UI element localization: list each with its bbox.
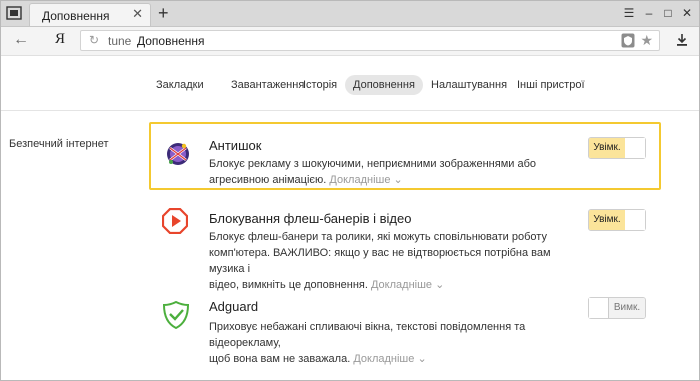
description-text: агресивною анімацією. [209,174,327,186]
extension-name: Adguard [209,299,259,314]
close-window-button[interactable]: ✕ [678,5,696,21]
more-link[interactable]: Докладніше ⌄ [371,279,444,291]
tab-bookmarks[interactable]: Закладки [148,75,212,95]
chevron-down-icon: ⌄ [435,279,445,291]
more-link-label: Докладніше [329,174,391,186]
tabs-overview-icon[interactable] [6,6,22,20]
download-icon[interactable] [675,33,689,47]
extension-name: Блокування флеш-банерів і відео [209,211,412,226]
description-line: Блокує флеш-банери та ролики, які можуть… [209,231,547,243]
minimize-button[interactable]: – [640,5,658,21]
extension-antishock: Антишок Блокує рекламу з шокуючими, непр… [149,122,661,190]
extension-adguard: Adguard Приховує небажані спливаючі вікн… [149,293,661,365]
address-url: tune [108,34,132,48]
toggle-label: Увімк. [589,210,626,230]
toggle-knob [625,210,645,230]
extension-flash-blocking: Блокування флеш-банерів і відео Блокує ф… [149,205,661,291]
extension-name: Антишок [209,138,262,153]
toolbar: ← Я ↻ tune Доповнення ★ [1,27,699,55]
toggle-adguard[interactable]: Вимк. [588,297,646,319]
extension-description: Приховує небажані спливаючі вікна, текст… [209,319,599,367]
nav-divider [1,110,699,111]
tab-other-devices[interactable]: Інші пристрої [509,75,593,95]
back-button[interactable]: ← [13,32,29,48]
tab-extensions[interactable]: Доповнення [345,75,423,95]
more-link[interactable]: Докладніше ⌄ [329,174,402,186]
more-link-label: Докладніше [353,353,415,365]
chevron-down-icon: ⌄ [417,353,427,365]
new-tab-button[interactable]: + [158,3,169,23]
bookmark-star-icon[interactable]: ★ [640,32,653,48]
toggle-label: Вимк. [608,298,645,318]
description-line: комп'ютера. ВАЖЛИВО: якщо у вас не відтв… [209,247,551,275]
tab-bar: Доповнення ✕ + ☰ – □ ✕ [1,1,699,27]
toggle-knob [589,298,609,318]
toggle-label: Увімк. [589,138,626,158]
tab-title: Доповнення [42,9,110,23]
more-link-label: Докладніше [370,279,433,291]
yandex-logo[interactable]: Я [55,31,65,48]
description-text: щоб вона вам не заважала. [209,353,351,365]
chevron-down-icon: ⌄ [393,174,403,186]
adguard-shield-icon [163,301,189,329]
description-line: відео, вимкніть це доповнення. Докладніш… [209,277,589,293]
extension-description: Блокує флеш-банери та ролики, які можуть… [209,229,589,293]
description-line: Блокує рекламу з шокуючими, неприємними … [209,158,537,170]
extension-description: Блокує рекламу з шокуючими, неприємними … [209,156,589,188]
toolbar-divider [1,55,699,56]
maximize-button[interactable]: □ [659,5,677,21]
description-line: агресивною анімацією. Докладніше ⌄ [209,172,589,188]
more-link[interactable]: Докладніше ⌄ [353,353,426,365]
tab-history[interactable]: Історія [295,75,345,95]
toggle-knob [625,138,645,158]
address-page-title: Доповнення [137,34,205,48]
tab-close-icon[interactable]: ✕ [132,7,143,21]
description-text: відео, вимкніть це доповнення. [209,279,368,291]
flash-block-icon [162,208,188,234]
description-line: Приховує небажані спливаючі вікна, текст… [209,321,526,349]
settings-nav: Закладки Завантаження Історія Доповнення… [1,75,699,95]
protect-shield-icon[interactable] [621,33,635,48]
toggle-antishock[interactable]: Увімк. [588,137,646,159]
description-line: щоб вона вам не заважала. Докладніше ⌄ [209,351,599,367]
tab-settings[interactable]: Налаштування [423,75,515,95]
antishock-icon [167,143,189,165]
toggle-flash-blocking[interactable]: Увімк. [588,209,646,231]
section-label: Безпечний інтернет [9,138,109,150]
address-bar[interactable]: ↻ tune Доповнення ★ [80,30,660,51]
browser-window: Доповнення ✕ + ☰ – □ ✕ ← Я ↻ tune Доповн… [0,0,700,381]
tab-active[interactable]: Доповнення ✕ [29,3,151,26]
menu-icon[interactable]: ☰ [620,5,638,21]
reload-icon[interactable]: ↻ [89,33,99,47]
